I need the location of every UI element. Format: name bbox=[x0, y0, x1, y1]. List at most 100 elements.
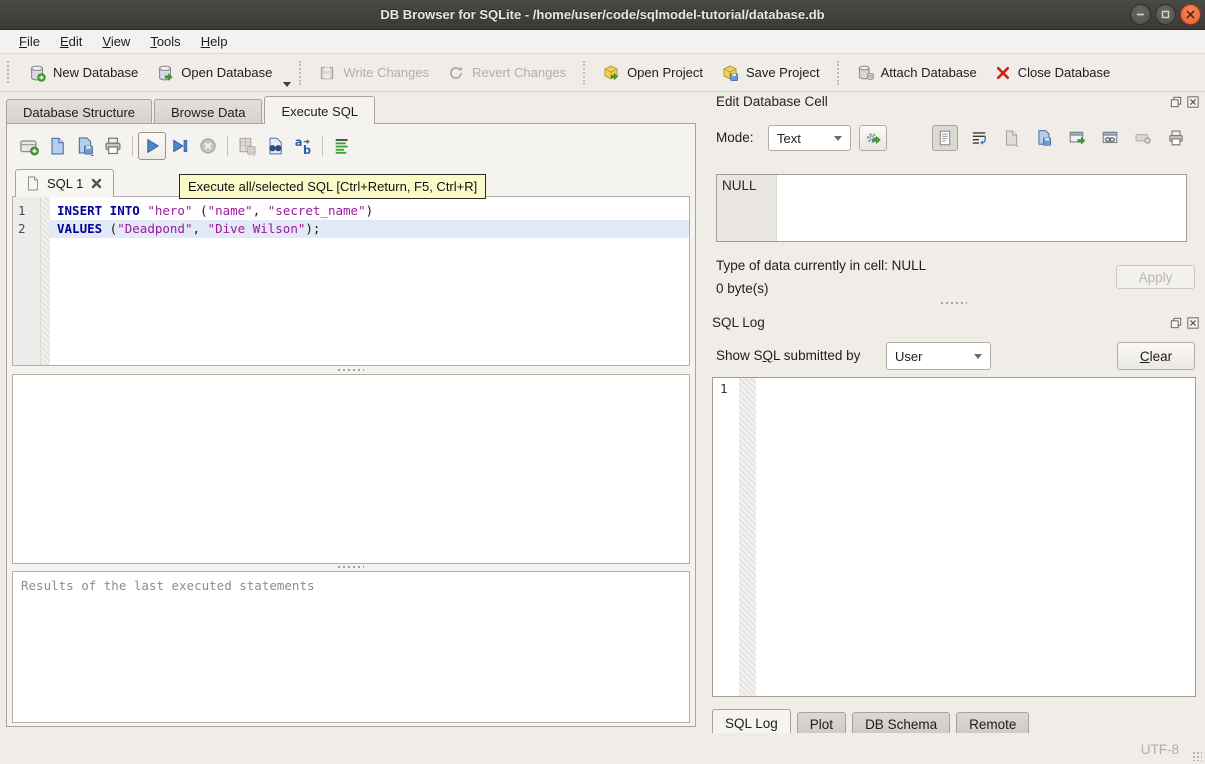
splitter-handle[interactable] bbox=[12, 367, 690, 373]
log-filter-value: User bbox=[895, 349, 922, 364]
link-icon[interactable] bbox=[1097, 125, 1123, 151]
print-cell-icon[interactable] bbox=[1163, 125, 1189, 151]
toolbar-separator bbox=[299, 61, 301, 85]
sql-toolbar: ab bbox=[15, 130, 356, 162]
close-dock-icon[interactable] bbox=[1186, 95, 1199, 108]
menu-view[interactable]: View bbox=[93, 31, 139, 52]
sql-log-view[interactable]: 1 bbox=[712, 377, 1196, 697]
main-toolbar: New Database Open Database Write Changes… bbox=[0, 54, 1205, 92]
execute-sql-panel: ab SQL 1 Execute all/selected SQL [Ctrl+… bbox=[6, 123, 696, 727]
sql-tab-1[interactable]: SQL 1 bbox=[15, 169, 114, 197]
open-sql-file-icon[interactable] bbox=[43, 132, 71, 160]
replace-icon[interactable]: ab bbox=[289, 132, 317, 160]
new-tab-icon[interactable] bbox=[15, 132, 43, 160]
close-dock-icon[interactable] bbox=[1186, 316, 1199, 329]
status-bar: UTF-8 bbox=[0, 733, 1205, 764]
save-sql-file-icon[interactable] bbox=[71, 132, 99, 160]
write-changes-icon bbox=[318, 64, 336, 82]
database-new-icon bbox=[28, 64, 46, 82]
open-database-button[interactable]: Open Database bbox=[147, 58, 281, 88]
import-file-icon[interactable] bbox=[998, 125, 1024, 151]
results-message-pane[interactable]: Results of the last executed statements bbox=[12, 571, 690, 723]
tab-db-schema[interactable]: DB Schema bbox=[852, 712, 950, 734]
tab-browse-data[interactable]: Browse Data bbox=[154, 99, 262, 124]
project-save-icon bbox=[721, 64, 739, 82]
right-dock: Edit Database Cell Mode: Text NULL Type … bbox=[704, 92, 1205, 733]
open-database-dropdown-icon[interactable] bbox=[283, 82, 291, 87]
float-dock-icon[interactable] bbox=[1169, 316, 1182, 329]
log-content bbox=[756, 378, 1195, 696]
attach-database-button[interactable]: Attach Database bbox=[847, 58, 986, 88]
cell-text-area[interactable] bbox=[777, 175, 1186, 241]
minimize-icon[interactable] bbox=[1130, 4, 1151, 25]
revert-changes-icon bbox=[447, 64, 465, 82]
close-database-button[interactable]: Close Database bbox=[986, 59, 1120, 87]
code-line-2-current: VALUES ("Deadpond", "Dive Wilson"); bbox=[50, 220, 689, 238]
svg-text:a: a bbox=[295, 136, 303, 149]
cell-null-label: NULL bbox=[717, 175, 777, 241]
revert-changes-button[interactable]: Revert Changes bbox=[438, 58, 575, 88]
cell-size-info: 0 byte(s) bbox=[716, 281, 769, 296]
log-filter-select[interactable]: User bbox=[886, 342, 991, 370]
sql-tab-label: SQL 1 bbox=[47, 176, 83, 191]
log-filter-label: Show SQL submitted by bbox=[716, 348, 860, 363]
apply-settings-button[interactable] bbox=[859, 125, 887, 151]
save-file-icon[interactable] bbox=[1031, 125, 1057, 151]
window-controls bbox=[1130, 4, 1201, 25]
fold-margin bbox=[41, 197, 50, 365]
text-mode-icon[interactable] bbox=[932, 125, 958, 151]
line-number-gutter: 1 2 bbox=[13, 197, 41, 365]
database-close-icon bbox=[995, 65, 1011, 81]
write-changes-button[interactable]: Write Changes bbox=[309, 58, 438, 88]
apply-button[interactable]: Apply bbox=[1116, 265, 1195, 289]
menu-edit[interactable]: Edit bbox=[51, 31, 91, 52]
tab-database-structure[interactable]: Database Structure bbox=[6, 99, 152, 124]
toolbar-drag-handle[interactable] bbox=[6, 61, 11, 85]
set-null-icon[interactable] bbox=[1130, 125, 1156, 151]
results-placeholder: Results of the last executed statements bbox=[21, 578, 315, 593]
sql-editor[interactable]: 1 2 INSERT INTO "hero" ("name", "secret_… bbox=[12, 196, 690, 366]
execute-all-icon[interactable] bbox=[138, 132, 166, 160]
cell-type-info: Type of data currently in cell: NULL bbox=[716, 258, 926, 273]
code-area[interactable]: INSERT INTO "hero" ("name", "secret_name… bbox=[50, 197, 689, 365]
find-icon[interactable] bbox=[261, 132, 289, 160]
app-window: DB Browser for SQLite - /home/user/code/… bbox=[0, 0, 1205, 764]
close-icon[interactable] bbox=[1180, 4, 1201, 25]
chevron-down-icon bbox=[834, 136, 842, 141]
print-icon[interactable] bbox=[99, 132, 127, 160]
line-number: 1 bbox=[18, 202, 40, 220]
window-title: DB Browser for SQLite - /home/user/code/… bbox=[380, 7, 824, 22]
format-sql-icon[interactable] bbox=[328, 132, 356, 160]
menu-file[interactable]: File bbox=[10, 31, 49, 52]
maximize-icon[interactable] bbox=[1155, 4, 1176, 25]
sql-toolbar-separator bbox=[322, 136, 323, 156]
cell-value-editor[interactable]: NULL bbox=[716, 174, 1187, 242]
toolbar-separator bbox=[583, 61, 585, 85]
save-project-button[interactable]: Save Project bbox=[712, 58, 829, 88]
resize-grip[interactable] bbox=[1192, 751, 1202, 761]
menu-help[interactable]: Help bbox=[192, 31, 237, 52]
save-results-icon[interactable] bbox=[233, 132, 261, 160]
dock-splitter-handle[interactable] bbox=[814, 300, 1094, 306]
splitter-handle[interactable] bbox=[12, 564, 690, 570]
project-open-icon bbox=[602, 64, 620, 82]
encoding-indicator: UTF-8 bbox=[1141, 742, 1179, 757]
close-tab-icon[interactable] bbox=[90, 177, 103, 190]
dock-tab-bar: SQL Log Plot DB Schema Remote bbox=[712, 709, 1035, 734]
mode-select[interactable]: Text bbox=[768, 125, 851, 151]
svg-text:b: b bbox=[303, 144, 311, 156]
open-external-icon[interactable] bbox=[1064, 125, 1090, 151]
tab-plot[interactable]: Plot bbox=[797, 712, 846, 734]
word-wrap-icon[interactable] bbox=[966, 125, 992, 151]
execute-line-icon[interactable] bbox=[166, 132, 194, 160]
stop-icon[interactable] bbox=[194, 132, 222, 160]
tab-execute-sql[interactable]: Execute SQL bbox=[264, 96, 375, 124]
new-database-button[interactable]: New Database bbox=[19, 58, 147, 88]
float-dock-icon[interactable] bbox=[1169, 95, 1182, 108]
menu-tools[interactable]: Tools bbox=[141, 31, 189, 52]
open-project-button[interactable]: Open Project bbox=[593, 58, 712, 88]
clear-button[interactable]: Clear bbox=[1117, 342, 1195, 370]
tab-remote[interactable]: Remote bbox=[956, 712, 1029, 734]
tab-sql-log[interactable]: SQL Log bbox=[712, 709, 791, 734]
results-grid[interactable] bbox=[12, 374, 690, 564]
